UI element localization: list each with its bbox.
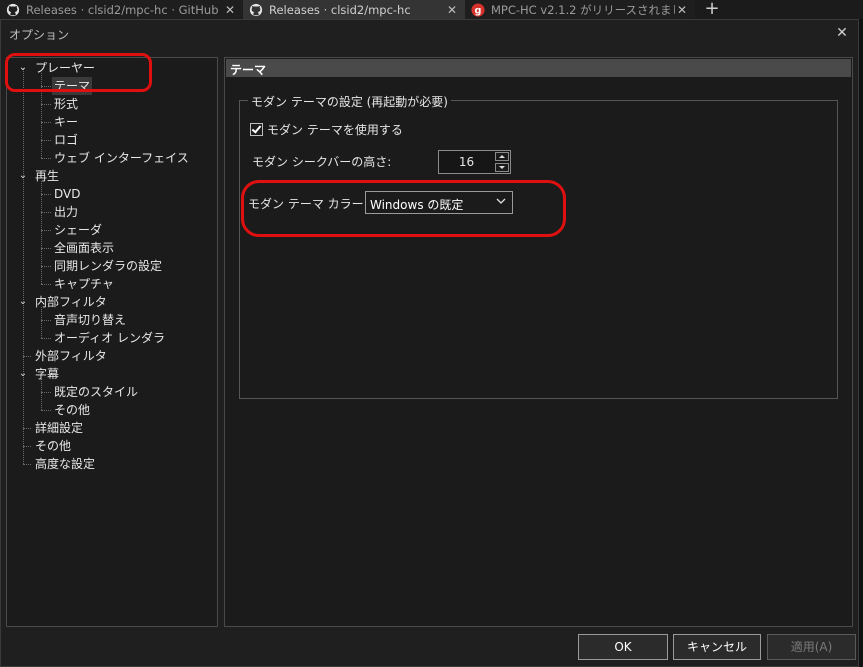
groupbox-title: モダン テーマの設定 (再起動が必要): [248, 93, 451, 110]
use-modern-theme-checkbox-row[interactable]: モダン テーマを使用する: [250, 121, 403, 138]
tree-item[interactable]: キー: [7, 113, 215, 131]
tab-label: Releases · clsid2/mpc-hc: [269, 2, 411, 17]
tree-item[interactable]: オーディオ レンダラ: [7, 329, 215, 347]
theme-color-label: モダン テーマ カラー:: [248, 197, 368, 211]
modern-theme-groupbox: モダン テーマの設定 (再起動が必要) モダン テーマを使用する モダン シーク…: [239, 93, 838, 399]
close-tab-icon[interactable]: ✕: [223, 3, 237, 17]
tree-item[interactable]: その他: [7, 437, 215, 455]
theme-settings-panel: テーマ モダン テーマの設定 (再起動が必要) モダン テーマを使用する モダン…: [224, 57, 853, 627]
tree-item-label: 既定のスタイル: [54, 385, 139, 399]
chevron-down-icon[interactable]: ⌄: [17, 365, 29, 383]
g-logo-icon: g: [471, 2, 485, 17]
tree-item-label: 音声切り替え: [54, 313, 127, 327]
tree-item[interactable]: キャプチャ: [7, 275, 215, 293]
tree-item-label: ロゴ: [54, 133, 79, 147]
tree-item[interactable]: 外部フィルタ: [7, 347, 215, 365]
spinner-down-icon[interactable]: [495, 163, 509, 172]
tree-item[interactable]: ⌄ プレーヤー: [7, 59, 215, 77]
tree-item[interactable]: ロゴ: [7, 131, 215, 149]
panel-header: テーマ: [226, 59, 851, 77]
tree-item-label: 同期レンダラの設定: [54, 259, 163, 273]
cancel-button[interactable]: キャンセル: [673, 634, 761, 660]
options-tree[interactable]: ⌄ プレーヤーテーマ形式キーロゴウェブ インターフェイス ⌄ 再生 DVD 出力シェーダ全…: [6, 57, 218, 627]
browser-tab-github-releases[interactable]: Releases · clsid2/mpc-hc · GitHub ✕: [0, 0, 243, 19]
close-icon[interactable]: ✕: [832, 23, 852, 43]
tree-item-label: プレーヤー: [35, 61, 96, 75]
tree-item[interactable]: 同期レンダラの設定: [7, 257, 215, 275]
tree-item-label: 外部フィルタ: [35, 349, 107, 363]
github-icon: [249, 3, 263, 16]
tree-item-label: その他: [35, 439, 72, 453]
tab-label: MPC-HC v2.1.2 がリリースされました: [491, 2, 675, 17]
tree-item-label: キー: [54, 115, 79, 129]
tree-item-label: 高度な設定: [35, 457, 96, 471]
tree-item[interactable]: 形式: [7, 95, 215, 113]
seekbar-height-label: モダン シークバーの高さ:: [252, 155, 392, 169]
options-dialog: オプション ✕ ⌄ プレーヤー テーマ 形式 キー ロゴ ウェブ インターフェイス ⌄ 再生 DV…: [0, 19, 859, 667]
tree-item-label: その他: [54, 403, 91, 417]
spinner-up-icon[interactable]: [495, 152, 509, 161]
apply-button[interactable]: 適用(A): [767, 634, 856, 660]
tree-item[interactable]: 高度な設定: [7, 455, 215, 473]
dialog-title: オプション: [9, 28, 70, 42]
tree-item-label: 形式: [54, 97, 79, 111]
panel-header-label: テーマ: [230, 63, 267, 77]
close-tab-icon[interactable]: ✕: [675, 3, 689, 17]
chevron-down-icon: [496, 198, 506, 204]
tree-item[interactable]: 全画面表示: [7, 239, 215, 257]
tree-item-label: シェーダ: [54, 223, 103, 237]
tree-item-label: 字幕: [35, 367, 60, 381]
tree-item-label: 詳細設定: [35, 421, 84, 435]
browser-tab-releases-active[interactable]: Releases · clsid2/mpc-hc ✕: [243, 0, 465, 19]
tree-item-label: DVD: [54, 187, 81, 201]
tab-label: Releases · clsid2/mpc-hc · GitHub: [26, 2, 219, 17]
dialog-titlebar: オプション ✕: [1, 20, 858, 48]
new-tab-button[interactable]: +: [700, 0, 724, 19]
tree-item-label: テーマ: [52, 77, 93, 95]
tree-item[interactable]: その他: [7, 401, 215, 419]
close-tab-icon[interactable]: ✕: [445, 3, 459, 17]
tree-item[interactable]: 既定のスタイル: [7, 383, 215, 401]
tree-item-label: オーディオ レンダラ: [54, 331, 165, 345]
tree-item-label: 再生: [35, 169, 60, 183]
tree-item[interactable]: ⌄ 再生: [7, 167, 215, 185]
tree-item-label: 内部フィルタ: [35, 295, 107, 309]
seekbar-height-value[interactable]: 16: [439, 155, 494, 169]
tree-item[interactable]: 出力: [7, 203, 215, 221]
seekbar-height-spinner[interactable]: 16: [438, 150, 511, 174]
tree-item[interactable]: シェーダ: [7, 221, 215, 239]
tree-item[interactable]: ⌄ 内部フィルタ: [7, 293, 215, 311]
theme-color-value: Windows の既定: [370, 198, 464, 212]
tree-item[interactable]: ウェブ インターフェイス: [7, 149, 215, 167]
browser-tab-mpc-hc-news[interactable]: g MPC-HC v2.1.2 がリリースされました ✕: [465, 0, 695, 19]
tree-item-label: キャプチャ: [54, 277, 114, 291]
window-edge: [859, 19, 863, 667]
ok-button[interactable]: OK: [578, 634, 668, 660]
chevron-down-icon[interactable]: ⌄: [17, 167, 29, 185]
tree-item[interactable]: 詳細設定: [7, 419, 215, 437]
tree-item[interactable]: テーマ: [7, 77, 215, 95]
theme-color-dropdown[interactable]: Windows の既定: [365, 191, 513, 214]
tree-item[interactable]: DVD: [7, 185, 215, 203]
tree-item[interactable]: ⌄ 字幕: [7, 365, 215, 383]
browser-tab-strip: Releases · clsid2/mpc-hc · GitHub ✕ Rele…: [0, 0, 863, 19]
tree-item[interactable]: 音声切り替え: [7, 311, 215, 329]
tree-item-label: 全画面表示: [54, 241, 115, 255]
svg-text:g: g: [475, 5, 482, 16]
chevron-down-icon[interactable]: ⌄: [17, 59, 29, 77]
github-icon: [6, 3, 20, 16]
use-modern-theme-checkbox[interactable]: [250, 123, 263, 136]
chevron-down-icon[interactable]: ⌄: [17, 293, 29, 311]
tree-item-label: ウェブ インターフェイス: [54, 151, 189, 165]
spinner-buttons: [495, 152, 509, 172]
use-modern-theme-label: モダン テーマを使用する: [267, 123, 403, 137]
tree-item-label: 出力: [54, 205, 79, 219]
